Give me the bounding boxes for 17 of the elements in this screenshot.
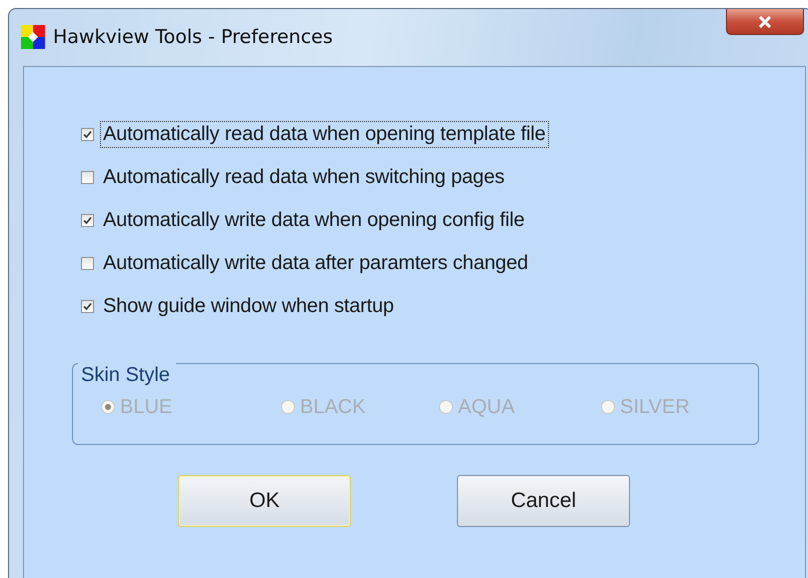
- checkbox-label[interactable]: Automatically read data when opening template file: [100, 121, 549, 148]
- group-title: Skin Style: [78, 363, 176, 387]
- checkbox-label[interactable]: Automatically write data when opening config file: [100, 207, 528, 234]
- ok-button[interactable]: OK: [178, 475, 351, 527]
- checkbox[interactable]: [81, 128, 94, 141]
- checkbox[interactable]: [81, 214, 94, 227]
- close-icon: [758, 16, 772, 28]
- checkbox[interactable]: [81, 257, 94, 270]
- checkbox-label[interactable]: Show guide window when startup: [100, 293, 397, 320]
- app-icon: [21, 25, 45, 49]
- checkbox[interactable]: [81, 300, 94, 313]
- checkbox-label[interactable]: Automatically write data after paramters changed: [100, 250, 532, 277]
- checkbox-label[interactable]: Automatically read data when switching pages: [100, 164, 508, 191]
- close-button[interactable]: [726, 9, 804, 35]
- window-title: Hawkview Tools - Preferences: [53, 26, 333, 48]
- checkbox[interactable]: [81, 171, 94, 184]
- cancel-button[interactable]: Cancel: [457, 475, 630, 527]
